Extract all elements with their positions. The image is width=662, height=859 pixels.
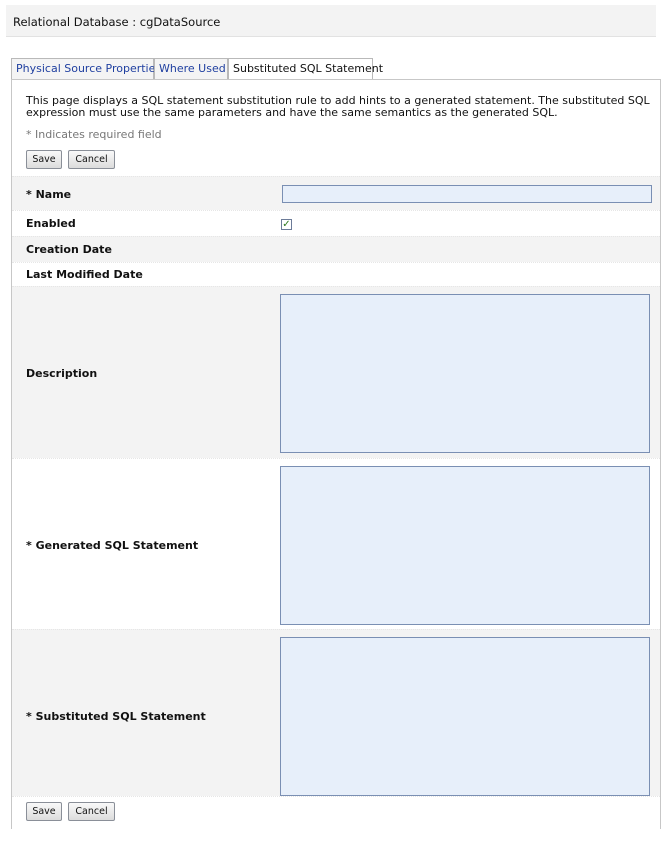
description-textarea[interactable] bbox=[280, 294, 650, 453]
tab-physical-source-properties[interactable]: Physical Source Properties bbox=[11, 58, 161, 79]
creation-date-row: Creation Date bbox=[12, 236, 660, 262]
enabled-label: Enabled bbox=[26, 217, 76, 230]
substituted-sql-textarea[interactable] bbox=[280, 637, 650, 796]
save-button-bottom[interactable]: Save bbox=[26, 802, 62, 821]
generated-sql-textarea[interactable] bbox=[280, 466, 650, 625]
name-label: * Name bbox=[26, 188, 72, 201]
enabled-row: Enabled ✓ bbox=[12, 210, 660, 236]
cancel-button-top[interactable]: Cancel bbox=[68, 150, 115, 169]
creation-date-label: Creation Date bbox=[26, 243, 112, 256]
generated-sql-label: * Generated SQL Statement bbox=[26, 539, 199, 552]
bottom-button-bar: Save Cancel bbox=[12, 796, 660, 829]
cancel-button-bottom[interactable]: Cancel bbox=[68, 802, 115, 821]
save-button-top[interactable]: Save bbox=[26, 150, 62, 169]
substituted-sql-row: * Substituted SQL Statement bbox=[12, 629, 660, 796]
substituted-sql-label: * Substituted SQL Statement bbox=[26, 710, 206, 723]
required-field-note: * Indicates required field bbox=[26, 128, 162, 141]
page-header: Relational Database : cgDataSource bbox=[6, 5, 656, 37]
generated-sql-row: * Generated SQL Statement bbox=[12, 458, 660, 629]
name-input[interactable] bbox=[282, 185, 652, 203]
enabled-checkbox[interactable]: ✓ bbox=[281, 219, 292, 230]
description-row: Description bbox=[12, 286, 660, 458]
intro-text: This page displays a SQL statement subst… bbox=[26, 94, 650, 119]
tab-bar: Physical Source Properties Where Used Su… bbox=[11, 58, 651, 80]
description-label: Description bbox=[26, 367, 98, 380]
name-row: * Name bbox=[12, 176, 660, 210]
last-modified-date-row: Last Modified Date bbox=[12, 262, 660, 286]
tab-substituted-sql-statement[interactable]: Substituted SQL Statement bbox=[228, 58, 383, 80]
tab-panel: This page displays a SQL statement subst… bbox=[11, 79, 661, 829]
last-modified-date-label: Last Modified Date bbox=[26, 268, 143, 281]
tab-where-used[interactable]: Where Used bbox=[154, 58, 228, 79]
page-title: Relational Database : cgDataSource bbox=[13, 15, 221, 29]
